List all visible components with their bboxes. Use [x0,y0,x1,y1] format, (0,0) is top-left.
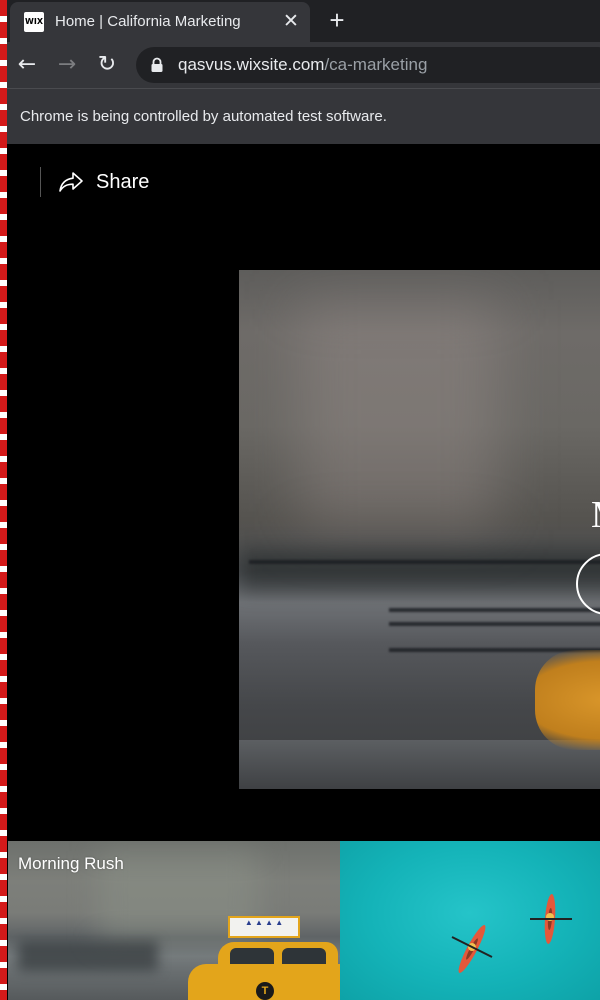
thumbnail-car-blur [18,941,158,971]
browser-tab-active[interactable]: WIX Home | California Marketing ✕ [10,2,310,42]
infobar-message: Chrome is being controlled by automated … [20,108,387,125]
url-text[interactable]: qasvus.wixsite.com/ca-marketing [178,55,427,75]
taxi-image: ▲ ▲ ▲ ▲ T [188,916,340,1000]
hero-road [239,740,600,789]
automation-infobar: Chrome is being controlled by automated … [0,88,600,144]
hero-title: M [591,495,600,535]
browser-toolbar: ← → ↻ qasvus.wixsite.com/ca-marketing [0,42,600,88]
lock-icon[interactable] [150,57,164,73]
kayak-image [451,925,493,973]
reload-icon[interactable]: ↻ [93,51,121,79]
hero-background-blur [299,300,499,530]
taxi-logo: T [256,982,274,1000]
video-thumbnail-kayaks[interactable] [340,841,600,1000]
tab-title: Home | California Marketing [55,13,241,30]
url-path: /ca-marketing [324,55,428,74]
hero-motion-streak [389,608,600,612]
address-bar[interactable]: qasvus.wixsite.com/ca-marketing [136,47,600,83]
share-label: Share [96,171,150,193]
automation-border-stripe [0,0,7,1000]
share-arrow-icon [59,172,83,192]
tab-close-icon[interactable]: ✕ [279,10,303,34]
browser-tab-bar: WIX Home | California Marketing ✕ + [0,0,600,42]
page-content: Share M ▲ ▲ ▲ ▲ T Morning Rush [0,144,600,1000]
kayak-image [530,894,572,944]
forward-arrow-icon[interactable]: → [53,51,81,79]
share-divider [40,167,41,197]
taxi-roof-sign: ▲ ▲ ▲ ▲ [228,916,300,938]
video-thumbnail-morning-rush[interactable]: ▲ ▲ ▲ ▲ T Morning Rush [8,841,340,1000]
back-arrow-icon[interactable]: ← [13,51,41,79]
video-title: Morning Rush [18,854,124,873]
hero-video-player[interactable]: M [239,270,600,789]
share-button[interactable]: Share [58,166,149,198]
new-tab-plus-icon[interactable]: + [325,7,349,33]
hero-background-blur [239,550,600,590]
url-host: qasvus.wixsite.com [178,55,325,74]
wix-favicon-icon: WIX [24,12,44,32]
hero-motion-streak [249,560,600,564]
hero-motion-streak [389,622,600,626]
hero-taxi-blur [535,650,600,750]
